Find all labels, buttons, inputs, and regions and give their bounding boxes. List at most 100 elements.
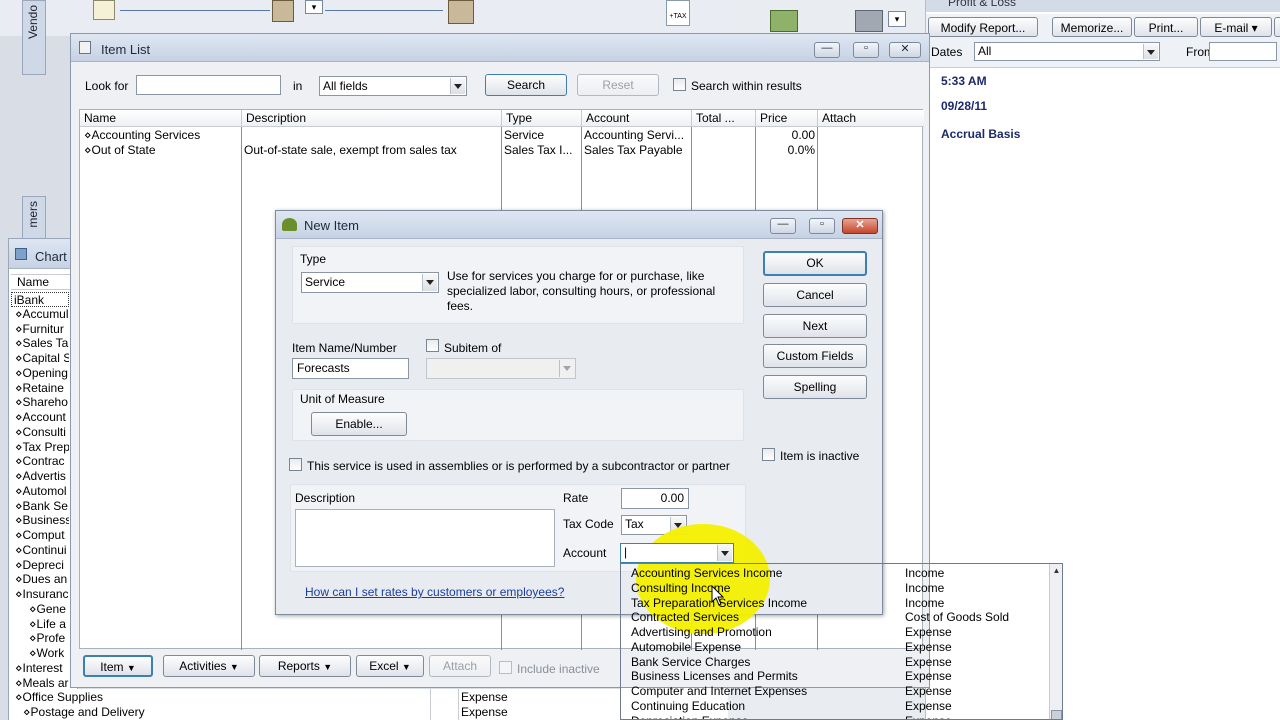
chart-row[interactable]: ⋄Contrac	[11, 454, 69, 469]
print-button[interactable]: Print...	[1134, 17, 1198, 37]
chart-row[interactable]: ⋄Bank Se	[11, 499, 69, 514]
type-select[interactable]: Service	[301, 272, 439, 293]
excel-menu-button[interactable]: Excel ▼	[356, 655, 424, 677]
search-field-select[interactable]: All fields	[319, 76, 467, 96]
table-row[interactable]: ⋄Out of State Out-of-state sale, exempt …	[80, 143, 924, 158]
chart-row[interactable]: ⋄Capital S	[11, 351, 69, 366]
col-header-attach[interactable]: Attach	[818, 110, 924, 126]
from-date-input[interactable]	[1209, 42, 1277, 61]
custom-fields-button[interactable]: Custom Fields	[763, 344, 867, 368]
chart-row[interactable]: ⋄Furnitur	[11, 322, 69, 337]
vendors-side-tab[interactable]: Vendo	[22, 0, 46, 75]
chart-row[interactable]: ⋄Continui	[11, 543, 69, 558]
account-option[interactable]: Contracted Services Cost of Goods Sold	[621, 610, 1049, 625]
col-header-name[interactable]: Name	[80, 110, 242, 126]
account-option[interactable]: Accounting Services Income Income	[621, 566, 1049, 581]
assemblies-checkbox[interactable]	[289, 458, 302, 471]
scroll-up-icon[interactable]: ▲	[1050, 564, 1062, 578]
chart-row[interactable]: ⋄Opening	[11, 366, 69, 381]
enable-uom-button[interactable]: Enable...	[311, 412, 407, 436]
rates-help-link[interactable]: How can I set rates by customers or empl…	[305, 585, 564, 599]
search-within-checkbox[interactable]	[673, 78, 686, 91]
scrollbar-thumb[interactable]	[1051, 710, 1062, 719]
col-header-price[interactable]: Price	[756, 110, 818, 126]
chart-row[interactable]: ⋄Life a	[11, 617, 69, 632]
account-option[interactable]: Continuing Education Expense	[621, 699, 1049, 714]
chevron-down-icon[interactable]: ▾	[305, 0, 323, 14]
chart-row[interactable]: ⋄Sales Ta	[11, 336, 69, 351]
account-select[interactable]: |	[620, 543, 734, 563]
chart-row[interactable]: ⋄Depreci	[11, 558, 69, 573]
account-option[interactable]: Business Licenses and Permits Expense	[621, 669, 1049, 684]
close-button[interactable]: ✕	[889, 42, 921, 58]
chart-row[interactable]: ⋄Shareho	[11, 395, 69, 410]
home-icon-bill[interactable]	[272, 0, 294, 22]
maximize-button[interactable]: ▫	[809, 218, 835, 234]
chart-row[interactable]: ⋄Gene	[11, 602, 69, 617]
reset-button[interactable]: Reset	[577, 74, 659, 96]
subitem-select[interactable]	[426, 358, 576, 379]
chart-row[interactable]: ⋄Postage and Delivery	[23, 705, 423, 720]
chart-row[interactable]: ⋄Tax Prep	[11, 440, 69, 455]
chart-row[interactable]: ⋄Consulti	[11, 425, 69, 440]
chart-row[interactable]: ⋄Account	[11, 410, 69, 425]
reports-menu-button[interactable]: Reports ▼	[259, 655, 351, 677]
maximize-button[interactable]: ▫	[853, 42, 879, 58]
chart-row[interactable]: ⋄Profe	[11, 631, 69, 646]
item-menu-button[interactable]: Item ▼	[83, 655, 153, 677]
email-button[interactable]: E-mail ▾	[1200, 17, 1272, 37]
account-option[interactable]: Computer and Internet Expenses Expense	[621, 684, 1049, 699]
col-header-type[interactable]: Type	[502, 110, 582, 126]
ok-button[interactable]: OK	[763, 251, 867, 276]
account-option[interactable]: Tax Preparation Services Income Income	[621, 596, 1049, 611]
table-row[interactable]: ⋄Accounting Services Service Accounting …	[80, 128, 924, 143]
chart-row[interactable]: ⋄Accumul	[11, 307, 69, 322]
chart-row[interactable]: ⋄Automol	[11, 484, 69, 499]
chart-row[interactable]: ⋄Work	[11, 646, 69, 661]
memorize-button[interactable]: Memorize...	[1052, 17, 1132, 37]
rate-input[interactable]: 0.00	[621, 488, 689, 509]
attach-button[interactable]: Attach	[429, 655, 491, 677]
chart-row[interactable]: ⋄Dues an	[11, 572, 69, 587]
close-button[interactable]: ✕	[842, 218, 878, 234]
next-button[interactable]: Next	[763, 314, 867, 338]
modify-report-button[interactable]: Modify Report...	[928, 17, 1038, 37]
description-textarea[interactable]	[295, 509, 555, 567]
account-option[interactable]: Consulting Income Income	[621, 581, 1049, 596]
activities-menu-button[interactable]: Activities ▼	[163, 655, 255, 677]
col-header-account[interactable]: Account	[582, 110, 692, 126]
look-for-input[interactable]	[136, 75, 281, 95]
dates-select[interactable]: All	[974, 42, 1160, 61]
chart-row[interactable]: ⋄Comput	[11, 528, 69, 543]
minimize-button[interactable]: —	[814, 42, 840, 58]
chevron-down-icon[interactable]: ▾	[888, 11, 906, 27]
minimize-button[interactable]: —	[770, 218, 796, 234]
account-option[interactable]: Bank Service Charges Expense	[621, 655, 1049, 670]
cancel-button[interactable]: Cancel	[763, 283, 867, 307]
dropdown-scrollbar[interactable]: ▲	[1049, 564, 1062, 719]
spelling-button[interactable]: Spelling	[763, 375, 867, 399]
home-icon-pay[interactable]	[448, 0, 474, 24]
account-option[interactable]: Automobile Expense Expense	[621, 640, 1049, 655]
col-header-total[interactable]: Total ...	[692, 110, 756, 126]
excel-report-button[interactable]: Ex	[1274, 17, 1280, 37]
chart-row[interactable]: ⋄Insuranc	[11, 587, 69, 602]
home-icon-tax[interactable]: +TAX	[666, 0, 690, 26]
report-icon-1[interactable]	[770, 10, 798, 32]
search-button[interactable]: Search	[485, 74, 567, 96]
chart-row[interactable]: ⋄Advertis	[11, 469, 69, 484]
chart-row[interactable]: ⋄Meals ar	[11, 676, 69, 691]
report-icon-2[interactable]	[855, 10, 883, 32]
customers-side-tab[interactable]: mers	[22, 196, 46, 241]
home-icon-doc[interactable]	[93, 0, 115, 20]
chart-row[interactable]: ⋄Retaine	[11, 381, 69, 396]
col-header-description[interactable]: Description	[242, 110, 502, 126]
account-option[interactable]: Advertising and Promotion Expense	[621, 625, 1049, 640]
account-option[interactable]: Depreciation Expense Expense	[621, 714, 1049, 720]
item-name-input[interactable]: Forecasts	[292, 358, 409, 379]
chart-row[interactable]: ⋄Business	[11, 513, 69, 528]
item-inactive-checkbox[interactable]	[762, 448, 775, 461]
chart-row[interactable]: ⋄Interest	[11, 661, 69, 676]
subitem-checkbox[interactable]	[426, 339, 439, 352]
chart-row[interactable]: iBank	[11, 292, 69, 307]
